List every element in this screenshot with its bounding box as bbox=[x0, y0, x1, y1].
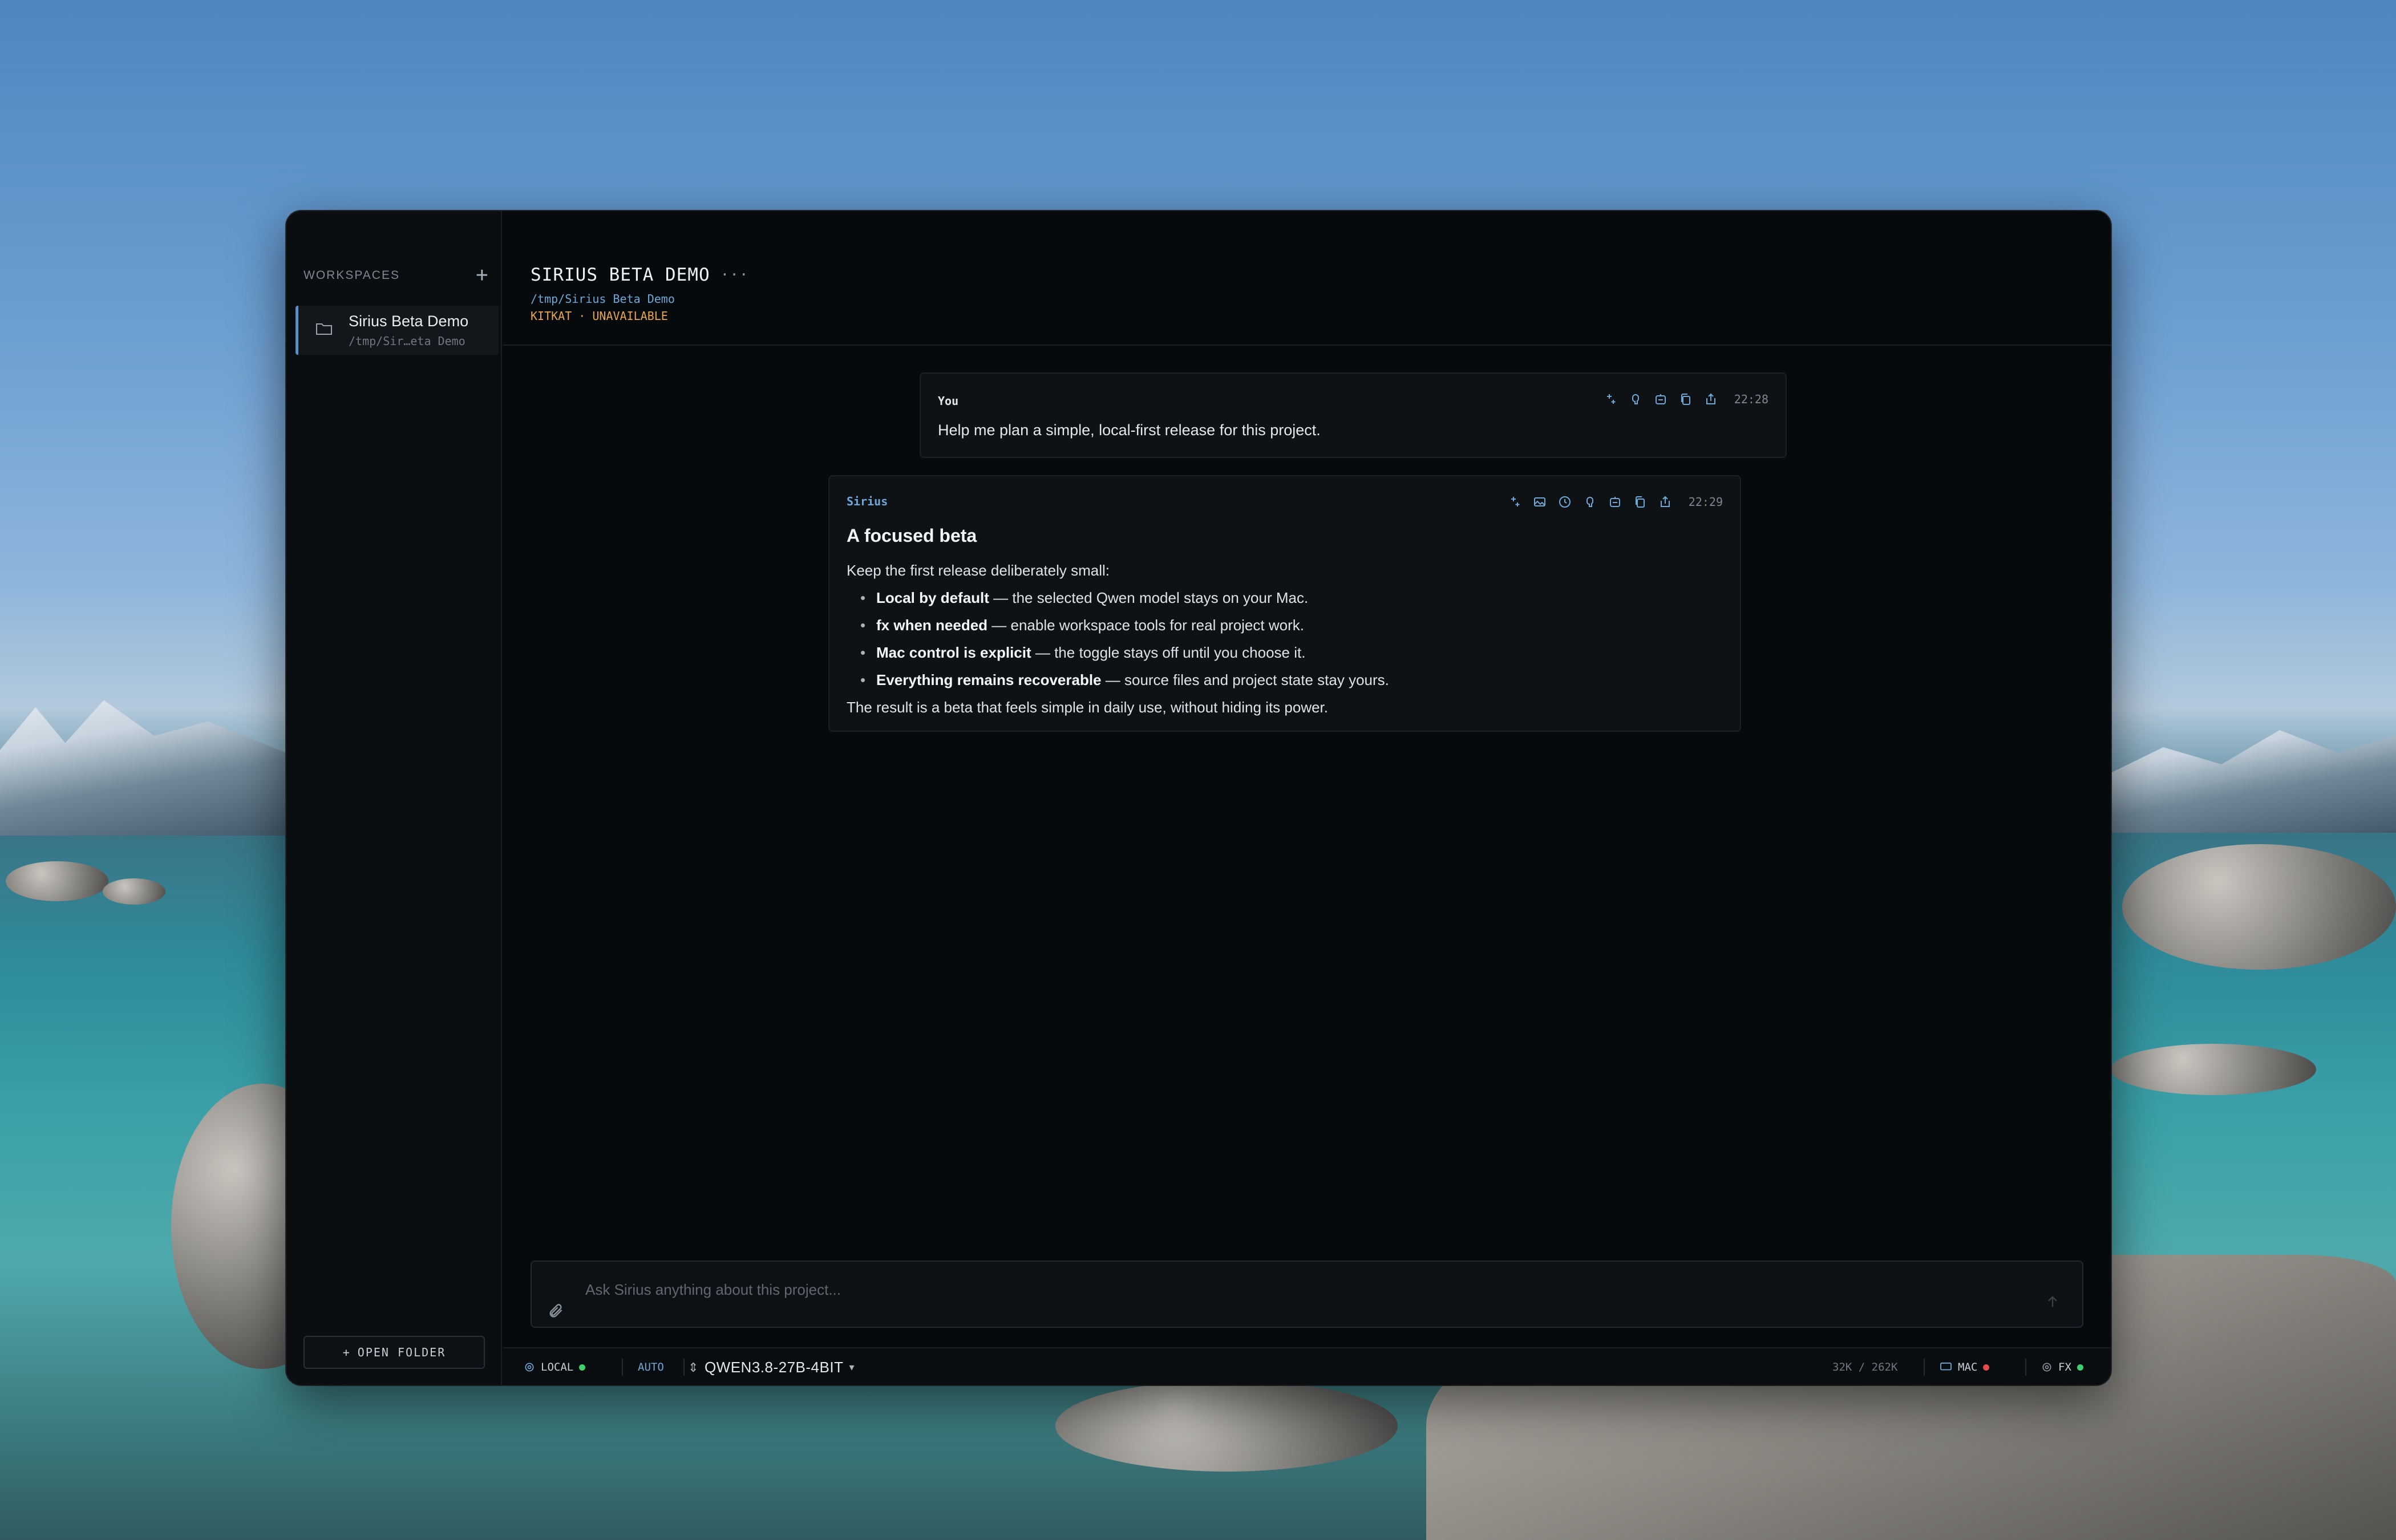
rock-right-flat bbox=[2111, 1044, 2316, 1095]
bullet-bold: Mac control is explicit bbox=[876, 644, 1031, 661]
token-usage: 32K / 262K bbox=[1832, 1361, 1897, 1373]
message-intro: Keep the first release deliberately smal… bbox=[847, 562, 1110, 579]
cpu-icon bbox=[525, 1363, 534, 1372]
sidebar-item-workspace[interactable]: Sirius Beta Demo /tmp/Sir…eta Demo bbox=[296, 306, 499, 355]
message-time: 22:29 bbox=[1688, 495, 1723, 509]
mac-label: MAC bbox=[1958, 1361, 1978, 1373]
token-count: 32K / 262K bbox=[1832, 1361, 1898, 1373]
message-actions: 22:28 bbox=[1603, 392, 1768, 407]
status-dot-green bbox=[2077, 1364, 2083, 1371]
brain-icon[interactable] bbox=[1628, 392, 1643, 407]
message-body: A focused beta Keep the first release de… bbox=[847, 525, 1723, 721]
fx-toggle[interactable]: FX bbox=[2041, 1361, 2083, 1373]
workspaces-header: WORKSPACES + bbox=[303, 265, 488, 286]
copy-icon[interactable] bbox=[1678, 392, 1693, 407]
snowy-mountains-left bbox=[0, 700, 297, 836]
mac-control-toggle[interactable]: MAC bbox=[1940, 1361, 1990, 1373]
message-time: 22:28 bbox=[1734, 392, 1768, 406]
message-bullets: Local by default — the selected Qwen mod… bbox=[860, 584, 1723, 694]
image-icon[interactable] bbox=[1532, 495, 1547, 509]
open-folder-label: OPEN FOLDER bbox=[357, 1346, 446, 1359]
sparkle-icon[interactable] bbox=[1603, 392, 1618, 407]
copy-icon[interactable] bbox=[1633, 495, 1648, 509]
send-arrow-icon[interactable] bbox=[2045, 1294, 2061, 1310]
clock-icon[interactable] bbox=[1557, 495, 1572, 509]
fx-label: FX bbox=[2058, 1361, 2071, 1373]
workspace-name: Sirius Beta Demo bbox=[349, 313, 469, 330]
bullet-bold: Local by default bbox=[876, 589, 989, 606]
message-outro: The result is a beta that feels simple i… bbox=[847, 699, 1328, 716]
auto-toggle[interactable]: AUTO bbox=[638, 1361, 664, 1373]
more-options-button[interactable]: ··· bbox=[721, 266, 749, 283]
robot-icon[interactable] bbox=[1653, 392, 1668, 407]
project-header: SIRIUS BETA DEMO ··· /tmp/Sirius Beta De… bbox=[503, 211, 2111, 346]
assistant-message: Sirius 22:29 A focused beta Keep the fir… bbox=[828, 475, 1741, 732]
divider bbox=[2025, 1359, 2026, 1376]
snowy-mountains-right bbox=[2105, 730, 2396, 833]
local-status[interactable]: LOCAL bbox=[524, 1361, 586, 1373]
message-text: Help me plan a simple, local-first relea… bbox=[938, 422, 1321, 439]
list-item: Mac control is explicit — the toggle sta… bbox=[860, 639, 1723, 666]
status-dot-green bbox=[579, 1364, 586, 1371]
model-selector[interactable]: ⇕ QWEN3.8-27B-4BIT ▾ bbox=[688, 1359, 855, 1376]
share-icon[interactable] bbox=[1658, 495, 1673, 509]
auto-label: AUTO bbox=[638, 1361, 664, 1373]
message-sender: Sirius bbox=[847, 495, 888, 508]
chevron-down-icon: ▾ bbox=[849, 1361, 855, 1373]
list-item: fx when needed — enable workspace tools … bbox=[860, 611, 1723, 639]
project-title-row: SIRIUS BETA DEMO ··· bbox=[531, 265, 749, 285]
divider bbox=[683, 1359, 685, 1376]
rock-left-1 bbox=[6, 861, 108, 901]
bullet-text: — source files and project state stay yo… bbox=[1101, 671, 1389, 688]
add-workspace-button[interactable]: + bbox=[476, 265, 488, 286]
paperclip-icon[interactable] bbox=[548, 1303, 564, 1319]
model-name: QWEN3.8-27B-4BIT bbox=[704, 1359, 844, 1376]
status-bar: LOCAL AUTO ⇕ QWEN3.8-27B-4BIT ▾ 32K / 26… bbox=[503, 1347, 2111, 1385]
gear-icon bbox=[2042, 1363, 2051, 1372]
sparkle-icon[interactable] bbox=[1507, 495, 1522, 509]
app-window: WORKSPACES + Sirius Beta Demo /tmp/Sir…e… bbox=[286, 211, 2111, 1385]
workspaces-title: WORKSPACES bbox=[303, 269, 400, 282]
message-composer[interactable]: Ask Sirius anything about this project..… bbox=[531, 1261, 2083, 1328]
project-path: /tmp/Sirius Beta Demo bbox=[531, 292, 675, 306]
robot-icon[interactable] bbox=[1608, 495, 1622, 509]
plus-icon: + bbox=[342, 1346, 351, 1359]
list-item: Local by default — the selected Qwen mod… bbox=[860, 584, 1723, 611]
bullet-text: — the selected Qwen model stays on your … bbox=[989, 589, 1309, 606]
message-sender: You bbox=[938, 394, 959, 408]
user-message: You 22:28 Help me plan a simple, local-f… bbox=[920, 372, 1787, 458]
local-label: LOCAL bbox=[541, 1361, 574, 1373]
main-panel: SIRIUS BETA DEMO ··· /tmp/Sirius Beta De… bbox=[503, 211, 2111, 1385]
folder-icon bbox=[316, 323, 332, 335]
message-actions: 22:29 bbox=[1507, 495, 1723, 509]
share-icon[interactable] bbox=[1703, 392, 1718, 407]
open-folder-button[interactable]: + OPEN FOLDER bbox=[303, 1336, 485, 1369]
brain-icon[interactable] bbox=[1583, 495, 1597, 509]
bullet-bold: Everything remains recoverable bbox=[876, 671, 1102, 688]
divider bbox=[1924, 1359, 1925, 1376]
divider bbox=[622, 1359, 623, 1376]
updown-chevron-icon: ⇕ bbox=[688, 1360, 699, 1375]
workspace-path: /tmp/Sir…eta Demo bbox=[349, 334, 466, 348]
monitor-icon bbox=[1940, 1362, 1952, 1371]
list-item: Everything remains recoverable — source … bbox=[860, 666, 1723, 694]
bullet-bold: fx when needed bbox=[876, 617, 988, 634]
status-dot-red bbox=[1983, 1364, 1990, 1371]
bullet-text: — the toggle stays off until you choose … bbox=[1031, 644, 1306, 661]
message-heading: A focused beta bbox=[847, 525, 977, 546]
page-title: SIRIUS BETA DEMO bbox=[531, 265, 710, 285]
bullet-text: — enable workspace tools for real projec… bbox=[987, 617, 1304, 634]
rocks-right-cluster bbox=[2122, 844, 2396, 970]
project-status: KITKAT · UNAVAILABLE bbox=[531, 309, 668, 323]
rock-bottom-center bbox=[1055, 1380, 1398, 1472]
sidebar: WORKSPACES + Sirius Beta Demo /tmp/Sir…e… bbox=[286, 211, 502, 1385]
rock-left-2 bbox=[103, 878, 165, 905]
composer-input[interactable]: Ask Sirius anything about this project..… bbox=[585, 1281, 841, 1299]
